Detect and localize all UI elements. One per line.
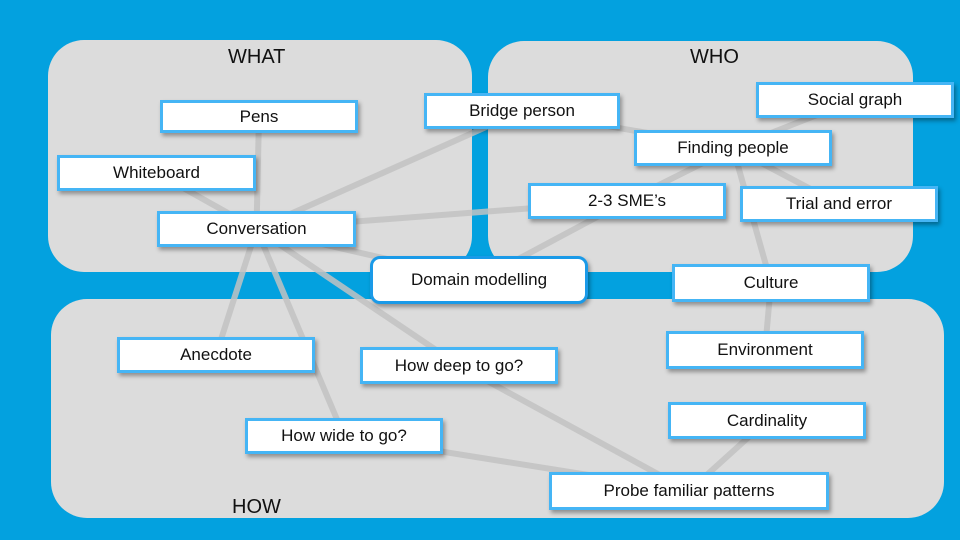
node-how-wide-to-go[interactable]: How wide to go? xyxy=(245,418,443,454)
node-trial-and-error[interactable]: Trial and error xyxy=(740,186,938,222)
node-cardinality[interactable]: Cardinality xyxy=(668,402,866,439)
node-how-deep-to-go[interactable]: How deep to go? xyxy=(360,347,558,384)
node-finding-people[interactable]: Finding people xyxy=(634,130,832,166)
node-conversation[interactable]: Conversation xyxy=(157,211,356,247)
node-social-graph[interactable]: Social graph xyxy=(756,82,954,118)
node-pens[interactable]: Pens xyxy=(160,100,358,133)
node-whiteboard[interactable]: Whiteboard xyxy=(57,155,256,191)
node-culture[interactable]: Culture xyxy=(672,264,870,302)
node-domain-modelling[interactable]: Domain modelling xyxy=(370,256,588,304)
node-bridge-person[interactable]: Bridge person xyxy=(424,93,620,129)
node-anecdote[interactable]: Anecdote xyxy=(117,337,315,373)
node-environment[interactable]: Environment xyxy=(666,331,864,369)
node-2-3-smes[interactable]: 2-3 SME’s xyxy=(528,183,726,219)
node-probe-familiar-patterns[interactable]: Probe familiar patterns xyxy=(549,472,829,510)
